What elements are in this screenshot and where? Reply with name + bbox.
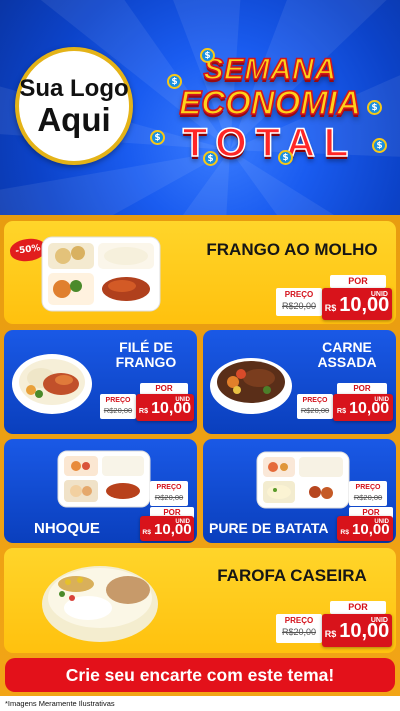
product-card-pure-de-batata[interactable]: PREÇO R$20,00 POR PURE DE BATATA R$ 10,0… (203, 439, 396, 543)
title-line2: ECONOMIA (178, 84, 361, 121)
old-price: R$20,00 (300, 406, 330, 415)
coin-icon: $ (278, 150, 293, 165)
coin-icon: $ (372, 138, 387, 153)
product-name-line1: FILÉ DE (119, 339, 173, 355)
price-tag: R$ 10,00 UNID (322, 288, 392, 320)
campaign-title: SEMANA ECONOMIA TOTAL (150, 53, 390, 165)
food-image (256, 451, 350, 509)
price-tag: R$ 10,00 UNID (322, 614, 392, 647)
coin-icon: $ (200, 48, 215, 63)
food-image (42, 566, 158, 642)
por-label: POR (330, 601, 386, 614)
cta-banner[interactable]: Crie seu encarte com este tema! (5, 658, 395, 692)
product-name-line1: CARNE (322, 339, 372, 355)
old-price: R$20,00 (154, 493, 184, 502)
unit-label: UNID (374, 397, 389, 403)
footnote: *Imagens Meramente Ilustrativas (0, 696, 400, 711)
product-card-frango-ao-molho[interactable]: -50% FRANGO AO MOLHO POR PREÇO R$20,00 R… (4, 221, 396, 324)
product-card-carne-assada[interactable]: CARNE ASSADA POR PREÇO R$20,00 R$ 10,00 … (203, 330, 396, 434)
logo-line2: Aqui (37, 100, 111, 138)
old-price: R$20,00 (281, 301, 317, 311)
coin-icon: $ (203, 151, 218, 166)
price-currency: R$ (138, 406, 149, 415)
price-tag: R$ 10,00 UNID (140, 516, 194, 541)
preco-label: PREÇO (284, 616, 314, 625)
product-card-file-de-frango[interactable]: FILÉ DE FRANGO POR PREÇO R$20,00 R$ 10,0… (4, 330, 197, 434)
old-price: R$20,00 (353, 493, 383, 502)
preco-label: PREÇO (284, 290, 314, 299)
food-image (41, 236, 161, 312)
price-tag: R$ 10,00 UNID (337, 516, 393, 541)
old-price-box: PREÇO R$20,00 (276, 614, 322, 643)
unit-label: UNID (370, 617, 388, 624)
old-price-box: PREÇO R$20,00 (276, 288, 322, 316)
old-price: R$20,00 (281, 627, 317, 637)
title-line1: SEMANA (203, 53, 337, 86)
coin-icon: $ (367, 100, 382, 115)
price-tag: R$ 10,00 UNID (333, 394, 393, 421)
preco-label: PREÇO (302, 397, 328, 404)
price-currency: R$ (336, 406, 347, 415)
preco-label: PREÇO (156, 484, 182, 491)
price-currency: R$ (340, 529, 350, 536)
preco-label: PREÇO (355, 484, 381, 491)
old-price-box: PREÇO R$20,00 (297, 394, 333, 419)
product-name-line2: FRANGO (115, 354, 177, 371)
preco-label: PREÇO (105, 397, 131, 404)
old-price-box: PREÇO R$20,00 (349, 481, 387, 506)
unit-label: UNID (374, 519, 389, 525)
price-currency: R$ (324, 303, 337, 313)
product-card-farofa-caseira[interactable]: FAROFA CASEIRA POR PREÇO R$20,00 R$ 10,0… (4, 548, 396, 653)
product-name: PURE DE BATATA (209, 520, 329, 536)
coin-icon: $ (150, 130, 165, 145)
food-image (12, 354, 92, 414)
unit-label: UNID (370, 291, 388, 298)
product-name: FRANGO AO MOLHO (206, 240, 378, 259)
old-price: R$20,00 (103, 406, 133, 415)
product-name: CARNE ASSADA (301, 339, 393, 371)
hero-banner: Sua Logo Aqui SEMANA ECONOMIA TOTAL $ $ … (0, 0, 400, 215)
food-image (57, 450, 151, 508)
price-tag: R$ 10,00 UNID (136, 394, 194, 421)
unit-label: UNID (175, 519, 190, 525)
product-name: NHOQUE (34, 520, 100, 537)
product-name: FAROFA CASEIRA (217, 566, 367, 585)
food-image (210, 358, 292, 414)
price-currency: R$ (324, 629, 337, 639)
title-line3: TOTAL (182, 121, 358, 165)
price-currency: R$ (142, 529, 152, 536)
product-name: FILÉ DE FRANGO (98, 339, 194, 371)
logo-placeholder: Sua Logo Aqui (15, 47, 133, 165)
logo-line1: Sua Logo (19, 74, 129, 102)
old-price-box: PREÇO R$20,00 (100, 394, 136, 419)
product-card-nhoque[interactable]: PREÇO R$20,00 POR NHOQUE R$ 10,00 UNID (4, 439, 197, 543)
old-price-box: PREÇO R$20,00 (150, 481, 188, 506)
coin-icon: $ (167, 74, 182, 89)
por-label: POR (330, 275, 386, 288)
unit-label: UNID (175, 397, 190, 403)
product-name-line2: ASSADA (317, 354, 377, 371)
